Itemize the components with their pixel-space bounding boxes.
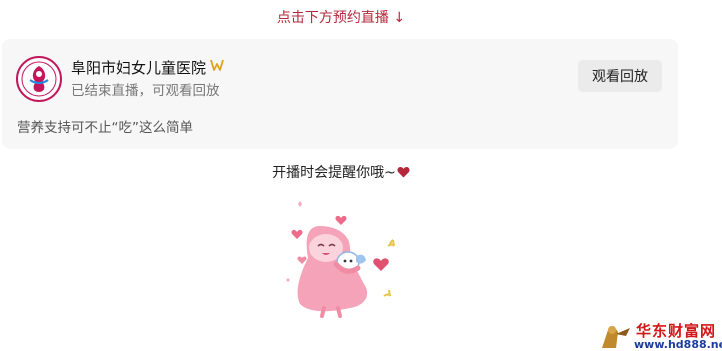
watermark-url: www.hd888.net — [634, 338, 722, 351]
live-status: 已结束直播，可观看回放 — [71, 83, 220, 99]
watermark-logo-icon — [602, 326, 630, 348]
live-card[interactable]: 阜阳市妇女儿童医院 已结束直播，可观看回放 观看回放 营养支持可不止“吃”这么简… — [2, 39, 678, 149]
reminder-text: 开播时会提醒你哦~ — [0, 162, 682, 182]
hospital-name: 阜阳市妇女儿童医院 — [71, 59, 207, 77]
watermark: 华东财富网 www.hd888.net — [594, 320, 722, 351]
live-topic: 营养支持可不止“吃”这么简单 — [17, 120, 193, 136]
reserve-live-prompt: 点击下方预约直播 ↓ — [276, 10, 406, 26]
mascot-illustration — [286, 201, 395, 318]
watch-replay-button[interactable]: 观看回放 — [578, 60, 662, 92]
reminder-label: 开播时会提醒你哦~ — [272, 165, 396, 181]
verified-badge-icon — [210, 59, 224, 71]
hospital-logo — [16, 56, 62, 102]
heart-icon — [397, 166, 410, 178]
